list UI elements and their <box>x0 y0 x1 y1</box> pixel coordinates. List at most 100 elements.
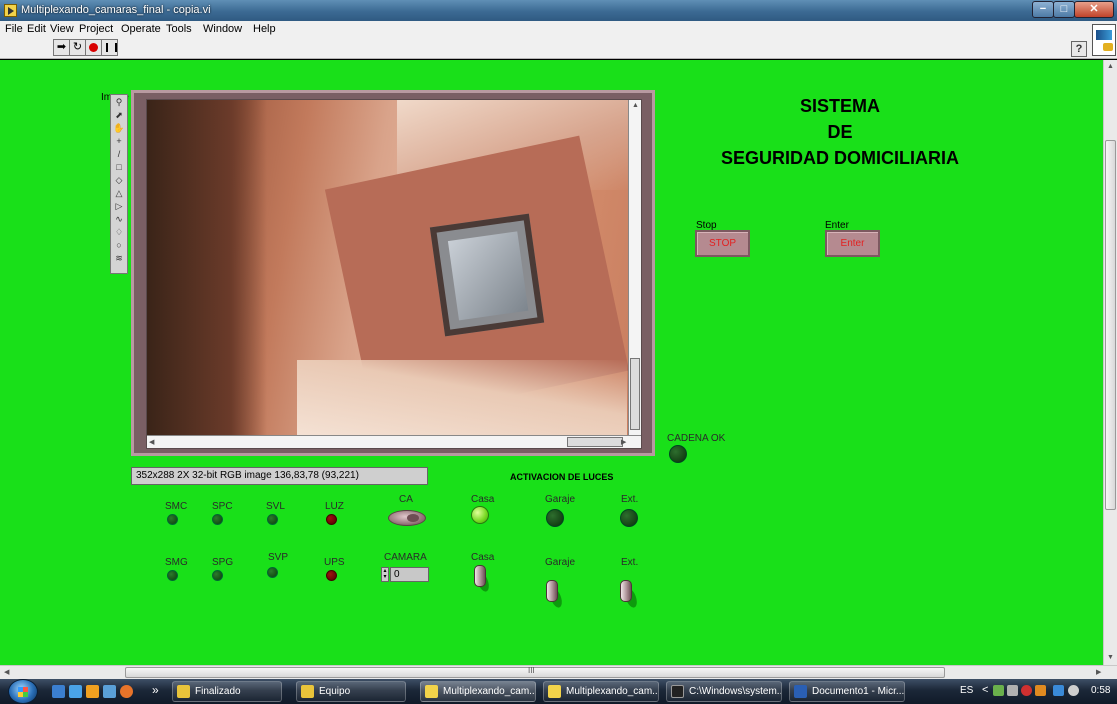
panel-scroll-up-icon[interactable]: ▲ <box>1107 63 1114 70</box>
luz-led <box>326 514 337 525</box>
casa-light-label: Casa <box>471 494 495 505</box>
media-player-icon[interactable] <box>86 685 99 698</box>
menu-project[interactable]: Project <box>79 23 113 35</box>
labview-icon <box>425 685 438 698</box>
toolbar <box>0 37 1117 59</box>
panel-scroll-down-icon[interactable]: ▼ <box>1107 654 1114 661</box>
start-button[interactable] <box>8 679 38 704</box>
smc-label: SMC <box>165 501 188 512</box>
menu-view[interactable]: View <box>50 23 74 35</box>
spg-led <box>212 570 223 581</box>
smg-label: SMG <box>165 557 188 568</box>
close-button[interactable]: ✕ <box>1074 1 1114 18</box>
camara-value[interactable]: 0 <box>390 567 429 582</box>
tray-app-icon[interactable] <box>1007 685 1018 696</box>
menu-tools[interactable]: Tools <box>166 23 192 35</box>
context-help-button[interactable]: ? <box>1071 41 1087 57</box>
camara-label: CAMARA <box>384 552 427 563</box>
garaje-toggle-switch[interactable] <box>546 580 558 602</box>
task-label: Equipo <box>319 686 351 697</box>
tray-expand-chevron[interactable]: < <box>982 684 988 696</box>
oval-tool-icon[interactable]: ○ <box>113 240 125 250</box>
pan-tool-icon[interactable]: ✋ <box>113 123 125 133</box>
show-desktop-icon[interactable] <box>52 685 65 698</box>
run-continuously-icon[interactable] <box>69 39 86 56</box>
annulus-tool-icon[interactable]: △ <box>113 188 125 198</box>
menu-edit[interactable]: Edit <box>27 23 46 35</box>
connection-tray-icon[interactable] <box>1053 685 1064 696</box>
point-tool-icon[interactable]: + <box>113 136 125 146</box>
task-label: Documento1 - Micr... <box>812 686 905 697</box>
taskbar-more-chevron[interactable]: » <box>152 683 159 697</box>
front-panel: Image ⚲ ⬈ ✋ + / □ ◇ △ ▷ ∿ ♢ ○ ≋ ▲ <box>0 60 1103 665</box>
panel-title: SISTEMA DE SEGURIDAD DOMICILIARIA <box>700 93 980 171</box>
pointer-tool-icon[interactable]: ⬈ <box>113 110 125 120</box>
camera-image-floor <box>297 360 627 440</box>
menu-file[interactable]: File <box>5 23 23 35</box>
internet-explorer-icon[interactable] <box>69 685 82 698</box>
increment-decrement-icon[interactable]: ▴ ▾ <box>381 567 389 582</box>
panel-vertical-scrollbar[interactable]: ▲ ▼ <box>1103 60 1117 665</box>
scroll-up-icon[interactable]: ▲ <box>632 102 639 109</box>
image-display[interactable]: ▲ ▼ ◀ ▶ <box>131 90 655 456</box>
enter-button[interactable]: Enter <box>825 230 880 257</box>
clock[interactable]: 0:58 <box>1091 685 1110 696</box>
task-multiplexando-2[interactable]: Multiplexando_cam... <box>543 681 659 702</box>
menu-operate[interactable]: Operate <box>121 23 161 35</box>
camara-numeric-control[interactable]: ▴ ▾ 0 <box>381 567 429 582</box>
scroll-right-icon[interactable]: ▶ <box>621 438 626 446</box>
ca-switch[interactable] <box>388 510 426 526</box>
task-command-prompt[interactable]: C:\Windows\system... <box>666 681 782 702</box>
scroll-left-icon[interactable]: ◀ <box>149 438 154 446</box>
panel-vertical-scroll-thumb[interactable] <box>1105 140 1116 510</box>
panel-scroll-right-icon[interactable]: ▶ <box>1096 668 1101 676</box>
freehand-region-tool-icon[interactable]: ♢ <box>113 227 125 237</box>
title-line-3: SEGURIDAD DOMICILIARIA <box>721 148 959 168</box>
minimize-button[interactable]: − <box>1032 1 1054 18</box>
run-arrow-icon[interactable] <box>53 39 70 56</box>
svl-led <box>267 514 278 525</box>
volume-tray-icon[interactable] <box>1068 685 1079 696</box>
switch-windows-icon[interactable] <box>103 685 116 698</box>
rectangle-tool-icon[interactable]: □ <box>113 162 125 172</box>
rotated-rectangle-tool-icon[interactable]: ◇ <box>113 175 125 185</box>
pause-icon[interactable] <box>101 39 118 56</box>
casa-light-led <box>471 506 489 524</box>
task-multiplexando-1[interactable]: Multiplexando_cam... <box>420 681 536 702</box>
zoom-tool-icon[interactable]: ⚲ <box>113 97 125 107</box>
language-indicator[interactable]: ES <box>960 685 973 696</box>
security-tray-icon[interactable] <box>1021 685 1032 696</box>
network-tray-icon[interactable] <box>993 685 1004 696</box>
panel-horizontal-scroll-thumb[interactable] <box>125 667 945 678</box>
freehand-line-tool-icon[interactable]: ∿ <box>113 214 125 224</box>
windows-taskbar: » Finalizado Equipo Multiplexando_cam...… <box>0 679 1117 704</box>
stop-button[interactable]: STOP <box>695 230 750 257</box>
image-horizontal-scroll-thumb[interactable] <box>567 437 623 447</box>
casa-toggle-switch[interactable] <box>474 565 486 587</box>
system-tray: ES < 0:58 <box>955 679 1117 704</box>
ext-toggle-switch[interactable] <box>620 580 632 602</box>
polygon-tool-icon[interactable]: ▷ <box>113 201 125 211</box>
ca-label: CA <box>399 494 413 505</box>
panel-horizontal-scrollbar[interactable]: ◀ III ▶ <box>0 665 1117 679</box>
image-vertical-scrollbar[interactable]: ▲ ▼ <box>628 100 641 448</box>
spg-label: SPG <box>212 557 234 568</box>
title-line-1: SISTEMA <box>799 96 880 116</box>
lights-section-title: ACTIVACION DE LUCES <box>510 472 614 482</box>
maximize-button[interactable]: □ <box>1053 1 1075 18</box>
line-tool-icon[interactable]: / <box>113 149 125 159</box>
update-tray-icon[interactable] <box>1035 685 1046 696</box>
task-finalizado[interactable]: Finalizado <box>172 681 282 702</box>
menu-window[interactable]: Window <box>203 23 242 35</box>
broken-line-tool-icon[interactable]: ≋ <box>113 253 125 263</box>
task-label: C:\Windows\system... <box>689 686 782 697</box>
firefox-icon[interactable] <box>120 685 133 698</box>
image-vertical-scroll-thumb[interactable] <box>630 358 640 430</box>
abort-execution-icon[interactable] <box>85 39 102 56</box>
task-equipo[interactable]: Equipo <box>296 681 406 702</box>
menu-help[interactable]: Help <box>253 23 276 35</box>
image-horizontal-scrollbar[interactable]: ◀ ▶ <box>147 435 641 448</box>
panel-scroll-left-icon[interactable]: ◀ <box>4 668 9 676</box>
title-line-2: DE <box>827 122 853 142</box>
task-documento1[interactable]: Documento1 - Micr... <box>789 681 905 702</box>
